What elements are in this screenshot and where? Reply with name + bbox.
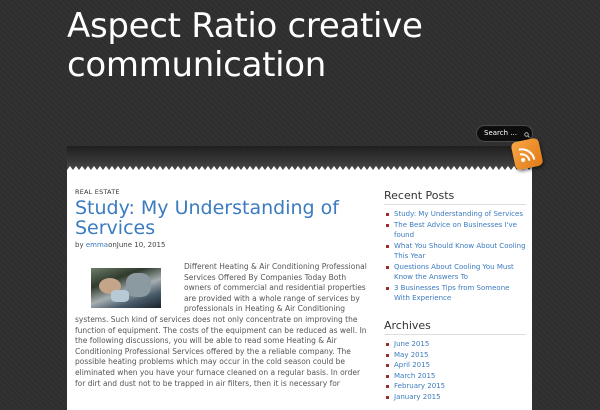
search-input[interactable] — [484, 126, 528, 141]
archives-title: Archives — [384, 319, 526, 335]
recent-posts-list: Study: My Understanding of Services The B… — [384, 209, 526, 304]
recent-posts-title: Recent Posts — [384, 189, 526, 205]
search-icon — [524, 129, 530, 138]
post-author-link[interactable]: emma — [86, 241, 108, 249]
rss-feed-button[interactable] — [510, 137, 544, 171]
archive-link[interactable]: June 2015 — [384, 339, 526, 350]
recent-post-link[interactable]: 3 Businesses Tips from Someone With Expe… — [384, 283, 526, 304]
zigzag-edge — [67, 166, 532, 174]
rss-icon — [518, 148, 536, 162]
recent-post-link[interactable]: What You Should Know About Cooling This … — [384, 241, 526, 262]
recent-post-link[interactable]: Questions About Cooling You Must Know th… — [384, 262, 526, 283]
post-body: Different Heating & Air Conditioning Pro… — [75, 262, 371, 389]
archives-list: June 2015 May 2015 April 2015 March 2015 Feb… — [384, 339, 526, 402]
byline-prefix: by — [75, 241, 84, 249]
post-category[interactable]: REAL ESTATE — [75, 188, 120, 196]
post-byline: by emmaonJune 10, 2015 — [75, 241, 165, 249]
byline-on: on — [108, 241, 117, 249]
archive-link[interactable]: May 2015 — [384, 350, 526, 361]
archives-widget: Archives June 2015 May 2015 April 2015 Marc… — [384, 319, 526, 402]
recent-post-link[interactable]: Study: My Understanding of Services — [384, 209, 526, 220]
archive-link[interactable]: March 2015 — [384, 371, 526, 382]
archive-link[interactable]: April 2015 — [384, 360, 526, 371]
search-box[interactable] — [477, 126, 532, 141]
site-title[interactable]: Aspect Ratio creative communication — [67, 7, 537, 85]
post-date: June 10, 2015 — [116, 241, 166, 249]
recent-posts-widget: Recent Posts Study: My Understanding of … — [384, 189, 526, 304]
archive-link[interactable]: January 2015 — [384, 392, 526, 403]
archive-link[interactable]: February 2015 — [384, 381, 526, 392]
post-title[interactable]: Study: My Understanding of Services — [75, 198, 375, 238]
recent-post-link[interactable]: The Best Advice on Businesses I've found — [384, 220, 526, 241]
